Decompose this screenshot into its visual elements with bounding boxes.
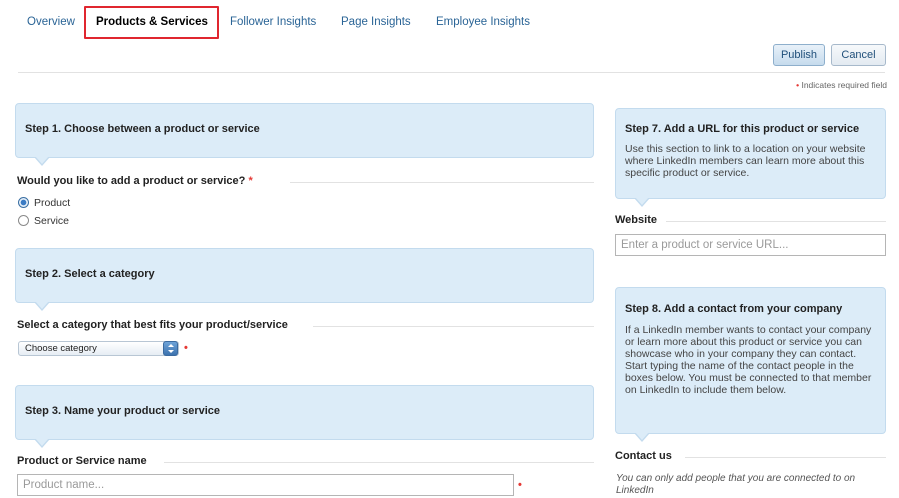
tab-employee-insights[interactable]: Employee Insights (436, 16, 530, 28)
required-field-note: • Indicates required field (796, 80, 887, 90)
product-or-service-question: Would you like to add a product or servi… (17, 175, 253, 187)
product-name-input[interactable] (17, 474, 514, 496)
section-rule (290, 182, 594, 183)
tab-follower-insights[interactable]: Follower Insights (230, 16, 316, 28)
section-rule (313, 326, 594, 327)
select-stepper-icon (163, 341, 178, 356)
step2-title: Step 2. Select a category (25, 268, 155, 280)
nav-tabs: Overview Products & Services Follower In… (18, 0, 898, 40)
step-pointer (34, 156, 50, 166)
publish-button[interactable]: Publish (773, 44, 825, 66)
category-selected-value: Choose category (25, 343, 97, 354)
active-tab-highlight (84, 6, 219, 39)
product-radio-option[interactable]: Product (18, 197, 70, 211)
required-marker: * (248, 175, 253, 187)
service-radio-label: Service (34, 215, 70, 227)
contact-note: You can only add people that you are con… (616, 473, 856, 496)
service-radio-option[interactable]: Service (18, 215, 69, 229)
product-radio[interactable] (18, 197, 29, 208)
step-pointer (634, 432, 650, 442)
tab-overview[interactable]: Overview (27, 16, 75, 28)
section-rule (164, 462, 594, 463)
required-marker: • (518, 479, 522, 491)
website-label: Website (615, 214, 657, 226)
step1-title: Step 1. Choose between a product or serv… (25, 123, 260, 135)
step8-description: If a LinkedIn member wants to contact yo… (625, 324, 872, 396)
step1-panel: Step 1. Choose between a product or serv… (15, 103, 594, 166)
step3-title: Step 3. Name your product or service (25, 405, 221, 417)
step8-panel: Step 8. Add a contact from your company … (615, 287, 886, 442)
step-pointer (634, 197, 650, 207)
step-pointer (34, 301, 50, 311)
contact-us-label: Contact us (615, 450, 672, 462)
question-label: Would you like to add a product or servi… (17, 175, 246, 187)
category-label: Select a category that best fits your pr… (17, 319, 288, 331)
step-pointer (34, 438, 50, 448)
step8-title: Step 8. Add a contact from your company (625, 303, 843, 315)
tab-page-insights[interactable]: Page Insights (341, 16, 411, 28)
step7-title: Step 7. Add a URL for this product or se… (625, 123, 860, 135)
required-note-text: Indicates required field (801, 80, 887, 90)
step2-panel: Step 2. Select a category (15, 248, 594, 311)
required-marker: • (184, 342, 188, 354)
product-name-label: Product or Service name (17, 455, 147, 467)
section-rule (685, 457, 886, 458)
product-radio-label: Product (34, 197, 71, 209)
service-radio[interactable] (18, 215, 29, 226)
cancel-button[interactable]: Cancel (831, 44, 886, 66)
required-marker: • (796, 80, 800, 90)
website-url-input[interactable] (615, 234, 886, 256)
category-select[interactable]: Choose category (18, 341, 179, 356)
step7-panel: Step 7. Add a URL for this product or se… (615, 108, 886, 207)
section-rule (666, 221, 886, 222)
header-divider (18, 72, 885, 73)
step3-panel: Step 3. Name your product or service (15, 385, 594, 448)
step7-description: Use this section to link to a location o… (625, 143, 866, 179)
